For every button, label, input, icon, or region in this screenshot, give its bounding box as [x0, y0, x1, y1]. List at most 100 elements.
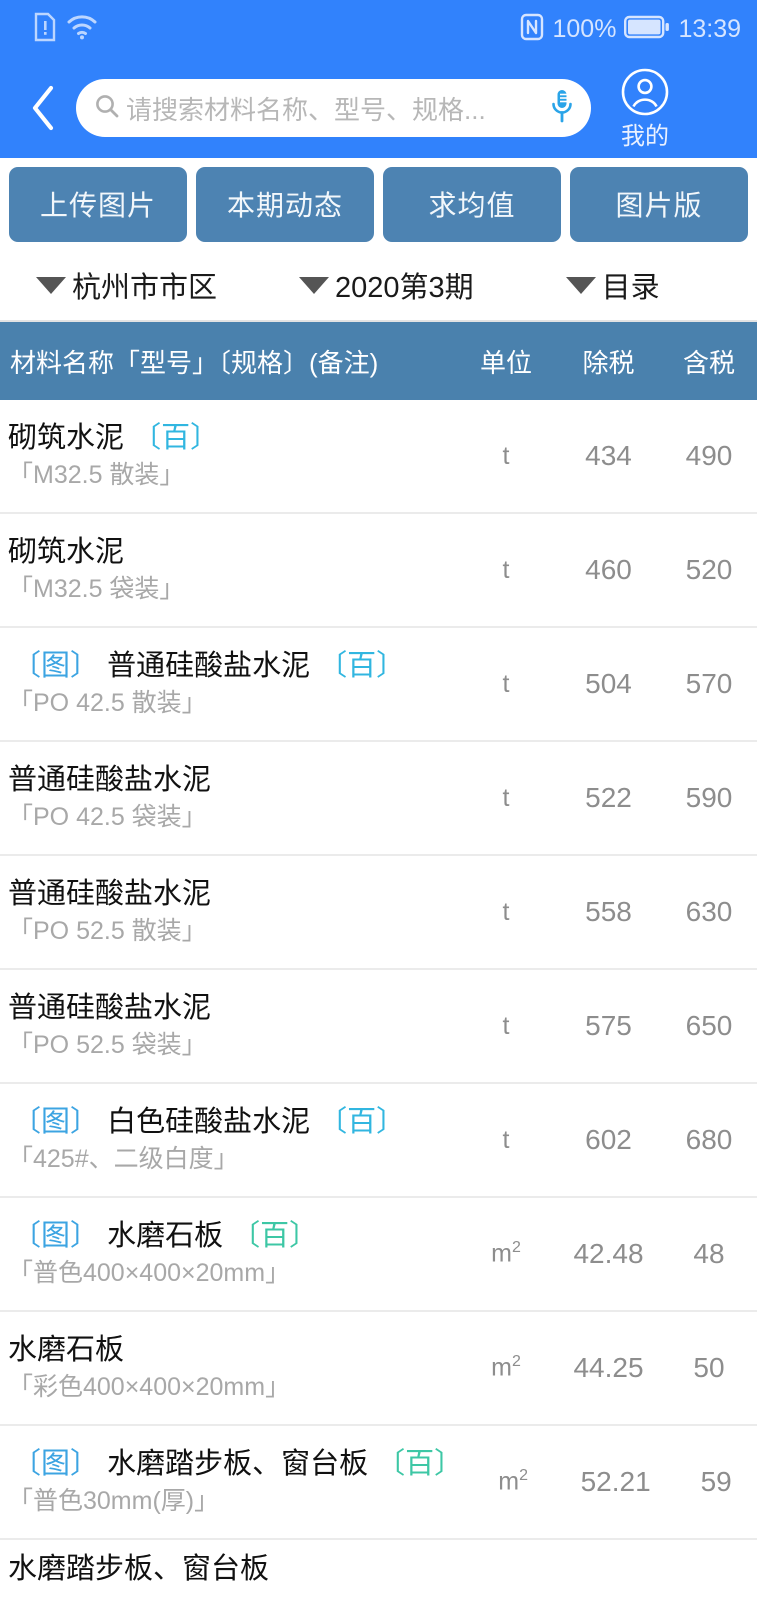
material-name-line: 〔图〕 水磨石板 〔百〕	[8, 1219, 456, 1253]
table-row[interactable]: 水磨石板 「彩色400×400×20mm」 m2 44.25 50	[0, 1312, 757, 1426]
hundred-tag-badge[interactable]: 〔百〕	[310, 650, 405, 682]
status-bar-right-icons: 100% 13:39	[520, 13, 741, 46]
table-cell-unit: t	[502, 441, 510, 470]
hundred-tag-badge[interactable]: 〔百〕	[223, 1220, 318, 1252]
back-button[interactable]	[14, 77, 72, 139]
table-cell-material: 〔图〕 水磨石板 〔百〕「普色400×400×20mm」	[0, 1219, 456, 1287]
table-cell-unit: m2	[498, 1467, 528, 1496]
search-icon	[94, 93, 120, 124]
action-button-row: 上传图片 本期动态 求均值 图片版	[0, 158, 757, 250]
table-cell-inc-tax: 570	[685, 668, 733, 699]
table-cell-material: 普通硅酸盐水泥「PO 42.5 袋装」	[0, 764, 456, 831]
table-cell-inc-tax: 490	[685, 440, 733, 471]
table-row[interactable]: 普通硅酸盐水泥 「PO 52.5 散装」 t 558 630	[0, 856, 757, 970]
hundred-tag-badge[interactable]: 〔百〕	[124, 422, 219, 454]
wifi-icon	[66, 13, 98, 46]
table-row[interactable]: 砌筑水泥 「M32.5 袋装」 t 460 520	[0, 514, 757, 628]
table-cell-inc-tax: 630	[685, 896, 733, 927]
table-cell-ex-tax: 460	[585, 554, 632, 585]
profile-label: 我的	[621, 123, 669, 150]
table-cell-unit: t	[502, 1125, 510, 1154]
app-root: 100% 13:39 请搜索材料名称、型号、规格... 我的 上传图片 本期动态…	[0, 0, 757, 1610]
material-name-line: 砌筑水泥 〔百〕	[8, 421, 456, 455]
table-row[interactable]: 砌筑水泥 〔百〕 「M32.5 散装」 t 434 490	[0, 400, 757, 514]
table-cell-unit: t	[502, 1011, 510, 1040]
region-filter-label: 杭州市市区	[72, 272, 218, 304]
table-cell-material: 水磨踏步板、窗台板	[0, 1553, 456, 1586]
material-name: 普通硅酸盐水泥	[107, 649, 311, 682]
battery-percent-label: 100%	[552, 14, 617, 43]
search-box[interactable]: 请搜索材料名称、型号、规格...	[76, 79, 591, 137]
material-name: 水磨踏步板、窗台板	[107, 1447, 369, 1480]
image-tag-badge[interactable]: 〔图〕	[12, 1106, 107, 1138]
hundred-tag-badge[interactable]: 〔百〕	[310, 1106, 405, 1138]
region-filter[interactable]: 杭州市市区	[36, 264, 217, 306]
table-cell-inc-tax: 520	[685, 554, 733, 585]
upload-image-button[interactable]: 上传图片	[9, 166, 187, 242]
search-header: 请搜索材料名称、型号、规格... 我的	[0, 58, 757, 158]
table-cell-inc-tax: 59	[700, 1466, 732, 1497]
table-cell-ex-tax: 44.25	[573, 1352, 644, 1383]
material-name: 白色硅酸盐水泥	[107, 1105, 311, 1138]
table-cell-unit: m2	[491, 1239, 521, 1268]
table-cell-material: 砌筑水泥「M32.5 袋装」	[0, 536, 456, 603]
microphone-icon[interactable]	[549, 88, 575, 129]
table-cell-unit: t	[502, 669, 510, 698]
table-cell-inc-tax: 680	[685, 1124, 733, 1155]
hundred-tag-badge[interactable]: 〔百〕	[368, 1448, 463, 1480]
material-name-line: 〔图〕 白色硅酸盐水泥 〔百〕	[8, 1105, 456, 1139]
catalog-filter[interactable]: 目录	[565, 264, 660, 306]
image-tag-badge[interactable]: 〔图〕	[12, 1220, 107, 1252]
table-row[interactable]: 〔图〕 水磨踏步板、窗台板 〔百〕 「普色30mm(厚)」 m2 52.21 59	[0, 1426, 757, 1540]
table-cell-unit: t	[502, 783, 510, 812]
table-row[interactable]: 〔图〕 水磨石板 〔百〕 「普色400×400×20mm」 m2 42.48 48	[0, 1198, 757, 1312]
material-table-body: 砌筑水泥 〔百〕 「M32.5 散装」 t 434 490 砌筑水泥「M32.5 袋装」 t…	[0, 400, 757, 1610]
table-row[interactable]: 〔图〕 普通硅酸盐水泥 〔百〕 「PO 42.5 散装」 t 504 570	[0, 628, 757, 742]
material-name-line: 普通硅酸盐水泥	[8, 991, 456, 1025]
table-row[interactable]: 〔图〕 白色硅酸盐水泥 〔百〕 「425#、二级白度」 t 602 680	[0, 1084, 757, 1198]
material-spec: 「彩色400×400×20mm」	[8, 1372, 291, 1401]
table-cell-ex-tax: 602	[585, 1124, 632, 1155]
table-row[interactable]: 普通硅酸盐水泥 「PO 42.5 袋装」 t 522 590	[0, 742, 757, 856]
table-cell-ex-tax: 42.48	[573, 1238, 644, 1269]
table-cell-material: 普通硅酸盐水泥 「PO 52.5 袋装」	[0, 991, 456, 1059]
table-cell-material: 〔图〕 水磨踏步板、窗台板 〔百〕 「普色30mm(厚)」	[0, 1447, 463, 1515]
material-name: 砌筑水泥	[8, 421, 125, 454]
table-cell-ex-tax: 434	[585, 440, 632, 471]
table-row[interactable]: 普通硅酸盐水泥 「PO 52.5 袋装」 t 575 650	[0, 970, 757, 1084]
material-name: 普通硅酸盐水泥	[8, 991, 212, 1024]
current-period-trends-button[interactable]: 本期动态	[196, 166, 374, 242]
sim-card-alert-icon	[34, 12, 56, 47]
image-tag-badge[interactable]: 〔图〕	[12, 650, 107, 682]
material-name-line: 〔图〕 水磨踏步板、窗台板 〔百〕	[8, 1447, 463, 1481]
table-cell-ex-tax: 558	[585, 896, 632, 927]
table-cell-material: 砌筑水泥 〔百〕 「M32.5 散装」	[0, 421, 456, 489]
material-name-line: 砌筑水泥	[8, 536, 456, 569]
profile-button[interactable]: 我的	[599, 67, 691, 149]
catalog-filter-label: 目录	[601, 272, 660, 304]
clock-label: 13:39	[678, 14, 741, 43]
material-spec: 「PO 52.5 散装」	[8, 916, 207, 945]
table-cell-material: 〔图〕 普通硅酸盐水泥 〔百〕 「PO 42.5 散装」	[0, 649, 456, 717]
image-tag-badge[interactable]: 〔图〕	[12, 1448, 107, 1480]
material-spec: 「PO 42.5 袋装」	[8, 802, 207, 831]
chevron-down-icon	[299, 276, 330, 294]
average-value-button[interactable]: 求均值	[383, 166, 561, 242]
back-chevron-icon	[32, 85, 54, 131]
table-cell-ex-tax: 575	[585, 1010, 632, 1041]
material-name: 普通硅酸盐水泥	[8, 877, 212, 910]
material-spec: 「M32.5 袋装」	[8, 574, 185, 603]
period-filter[interactable]: 2020第3期	[299, 264, 474, 306]
image-version-button[interactable]: 图片版	[570, 166, 748, 242]
status-bar: 100% 13:39	[0, 0, 757, 58]
user-avatar-icon	[620, 67, 670, 122]
material-spec: 「普色400×400×20mm」	[8, 1258, 291, 1287]
chevron-down-icon	[36, 276, 66, 294]
battery-full-icon	[624, 14, 670, 45]
material-name-line: 〔图〕 普通硅酸盐水泥 〔百〕	[8, 649, 456, 683]
search-input[interactable]: 请搜索材料名称、型号、规格...	[126, 90, 549, 127]
material-name-line: 普通硅酸盐水泥	[8, 764, 456, 797]
material-name-line: 普通硅酸盐水泥	[8, 877, 456, 911]
table-cell-ex-tax: 522	[585, 782, 632, 813]
material-name: 水磨石板	[107, 1219, 224, 1252]
